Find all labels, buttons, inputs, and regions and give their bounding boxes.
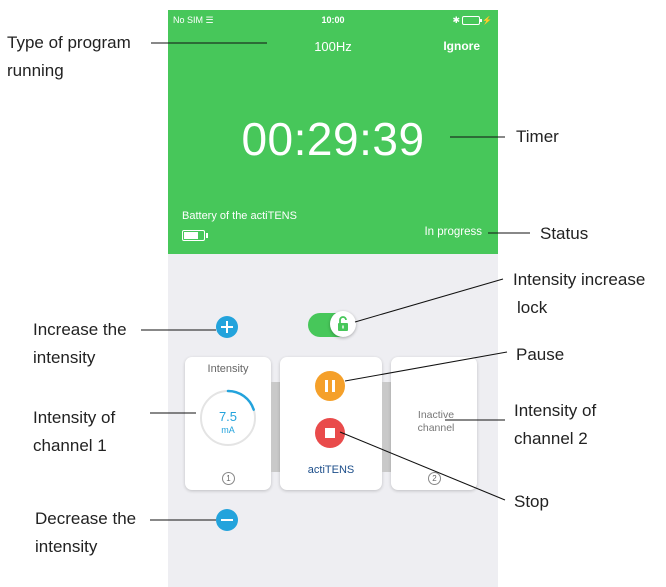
annotation-stop: Stop [514,492,549,511]
annotation-timer: Timer [516,127,559,146]
annotation-channel-1: Intensity of channel 1 [33,408,116,455]
annotation-decrease: Decrease the intensity [35,509,137,556]
annotation-increase: Increase the intensity [33,320,127,367]
annotation-lock: Intensity increase lock [513,270,646,317]
annotation-program: Type of program running [7,33,131,80]
annotation-status: Status [540,224,589,243]
annotation-pause: Pause [516,345,565,364]
annotation-channel-2: Intensity of channel 2 [514,401,597,448]
